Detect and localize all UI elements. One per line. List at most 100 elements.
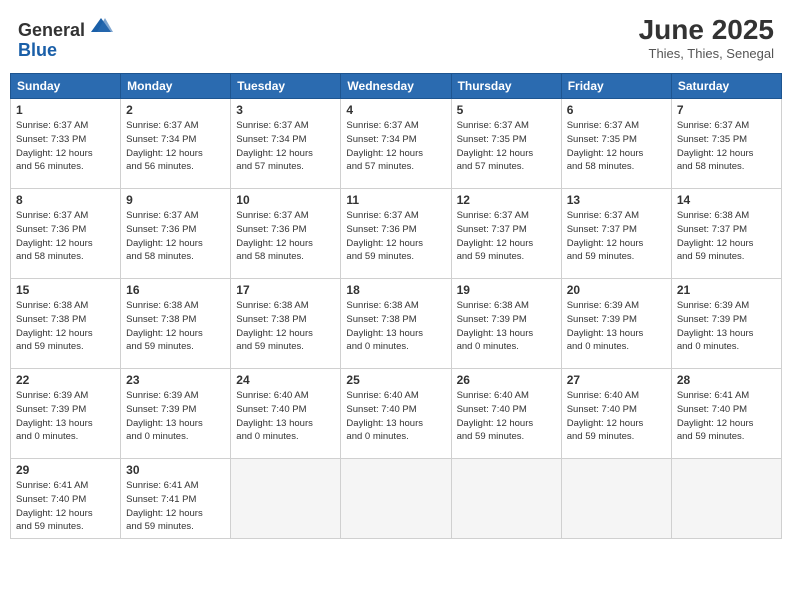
day-cell-30: 30Sunrise: 6:41 AM Sunset: 7:41 PM Dayli… bbox=[121, 459, 231, 539]
day-number: 12 bbox=[457, 193, 556, 207]
day-cell-4: 4 Sunrise: 6:37 AM Sunset: 7:34 PM Daylig… bbox=[341, 99, 451, 189]
day-number: 14 bbox=[677, 193, 776, 207]
day-cell-21: 21 Sunrise: 6:39 AM Sunset: 7:39 PM Dayli… bbox=[671, 279, 781, 369]
day-info: Sunrise: 6:39 AM Sunset: 7:39 PM Dayligh… bbox=[16, 389, 115, 444]
day-info: Sunrise: 6:37 AM Sunset: 7:35 PM Dayligh… bbox=[567, 119, 666, 174]
day-cell-9: 9 Sunrise: 6:37 AM Sunset: 7:36 PM Daylig… bbox=[121, 189, 231, 279]
day-number: 8 bbox=[16, 193, 115, 207]
day-info: Sunrise: 6:41 AM Sunset: 7:40 PM Dayligh… bbox=[16, 479, 115, 534]
week-row-5: 29 Sunrise: 6:41 AM Sunset: 7:40 PM Dayli… bbox=[11, 459, 782, 539]
day-info: Sunrise: 6:37 AM Sunset: 7:36 PM Dayligh… bbox=[16, 209, 115, 264]
day-cell-20: 20Sunrise: 6:39 AM Sunset: 7:39 PM Dayli… bbox=[561, 279, 671, 369]
empty-cell bbox=[671, 459, 781, 539]
week-row-2: 8 Sunrise: 6:37 AM Sunset: 7:36 PM Daylig… bbox=[11, 189, 782, 279]
day-cell-14: 14 Sunrise: 6:38 AM Sunset: 7:37 PM Dayli… bbox=[671, 189, 781, 279]
day-number: 22 bbox=[16, 373, 115, 387]
day-number: 24 bbox=[236, 373, 335, 387]
day-info: Sunrise: 6:39 AM Sunset: 7:39 PM Dayligh… bbox=[677, 299, 776, 354]
day-info: Sunrise: 6:37 AM Sunset: 7:36 PM Dayligh… bbox=[346, 209, 445, 264]
day-number: 7 bbox=[677, 103, 776, 117]
day-cell-10: 10Sunrise: 6:37 AM Sunset: 7:36 PM Dayli… bbox=[231, 189, 341, 279]
day-number: 11 bbox=[346, 193, 445, 207]
day-cell-28: 28 Sunrise: 6:41 AM Sunset: 7:40 PM Dayli… bbox=[671, 369, 781, 459]
logo: General Blue bbox=[18, 14, 115, 61]
col-header-thursday: Thursday bbox=[451, 74, 561, 99]
day-info: Sunrise: 6:41 AM Sunset: 7:40 PM Dayligh… bbox=[677, 389, 776, 444]
day-number: 1 bbox=[16, 103, 115, 117]
day-number: 19 bbox=[457, 283, 556, 297]
day-number: 16 bbox=[126, 283, 225, 297]
day-info: Sunrise: 6:37 AM Sunset: 7:36 PM Dayligh… bbox=[126, 209, 225, 264]
day-info: Sunrise: 6:38 AM Sunset: 7:38 PM Dayligh… bbox=[126, 299, 225, 354]
day-number: 18 bbox=[346, 283, 445, 297]
day-number: 21 bbox=[677, 283, 776, 297]
day-cell-1: 1 Sunrise: 6:37 AM Sunset: 7:33 PM Daylig… bbox=[11, 99, 121, 189]
day-info: Sunrise: 6:38 AM Sunset: 7:38 PM Dayligh… bbox=[346, 299, 445, 354]
day-info: Sunrise: 6:39 AM Sunset: 7:39 PM Dayligh… bbox=[567, 299, 666, 354]
day-info: Sunrise: 6:39 AM Sunset: 7:39 PM Dayligh… bbox=[126, 389, 225, 444]
col-header-saturday: Saturday bbox=[671, 74, 781, 99]
day-info: Sunrise: 6:38 AM Sunset: 7:37 PM Dayligh… bbox=[677, 209, 776, 264]
col-header-sunday: Sunday bbox=[11, 74, 121, 99]
day-info: Sunrise: 6:41 AM Sunset: 7:41 PM Dayligh… bbox=[126, 479, 225, 534]
logo-general: General bbox=[18, 20, 85, 40]
day-cell-16: 16 Sunrise: 6:38 AM Sunset: 7:38 PM Dayli… bbox=[121, 279, 231, 369]
week-row-1: 1 Sunrise: 6:37 AM Sunset: 7:33 PM Daylig… bbox=[11, 99, 782, 189]
day-number: 4 bbox=[346, 103, 445, 117]
month-title: June 2025 bbox=[639, 14, 774, 46]
day-info: Sunrise: 6:37 AM Sunset: 7:34 PM Dayligh… bbox=[126, 119, 225, 174]
day-number: 29 bbox=[16, 463, 115, 477]
day-cell-12: 12Sunrise: 6:37 AM Sunset: 7:37 PM Dayli… bbox=[451, 189, 561, 279]
day-number: 3 bbox=[236, 103, 335, 117]
day-info: Sunrise: 6:40 AM Sunset: 7:40 PM Dayligh… bbox=[567, 389, 666, 444]
col-header-friday: Friday bbox=[561, 74, 671, 99]
day-number: 9 bbox=[126, 193, 225, 207]
day-cell-26: 26 Sunrise: 6:40 AM Sunset: 7:40 PM Dayli… bbox=[451, 369, 561, 459]
day-number: 28 bbox=[677, 373, 776, 387]
day-number: 5 bbox=[457, 103, 556, 117]
day-cell-7: 7Sunrise: 6:37 AM Sunset: 7:35 PM Daylig… bbox=[671, 99, 781, 189]
day-cell-3: 3Sunrise: 6:37 AM Sunset: 7:34 PM Daylig… bbox=[231, 99, 341, 189]
calendar-header-row: SundayMondayTuesdayWednesdayThursdayFrid… bbox=[11, 74, 782, 99]
day-number: 13 bbox=[567, 193, 666, 207]
week-row-3: 15 Sunrise: 6:38 AM Sunset: 7:38 PM Dayli… bbox=[11, 279, 782, 369]
day-info: Sunrise: 6:40 AM Sunset: 7:40 PM Dayligh… bbox=[236, 389, 335, 444]
day-cell-19: 19 Sunrise: 6:38 AM Sunset: 7:39 PM Dayli… bbox=[451, 279, 561, 369]
day-cell-6: 6 Sunrise: 6:37 AM Sunset: 7:35 PM Daylig… bbox=[561, 99, 671, 189]
day-info: Sunrise: 6:37 AM Sunset: 7:33 PM Dayligh… bbox=[16, 119, 115, 174]
day-info: Sunrise: 6:40 AM Sunset: 7:40 PM Dayligh… bbox=[457, 389, 556, 444]
day-info: Sunrise: 6:37 AM Sunset: 7:37 PM Dayligh… bbox=[567, 209, 666, 264]
day-number: 10 bbox=[236, 193, 335, 207]
day-info: Sunrise: 6:37 AM Sunset: 7:35 PM Dayligh… bbox=[457, 119, 556, 174]
day-info: Sunrise: 6:38 AM Sunset: 7:39 PM Dayligh… bbox=[457, 299, 556, 354]
day-info: Sunrise: 6:38 AM Sunset: 7:38 PM Dayligh… bbox=[16, 299, 115, 354]
day-cell-5: 5 Sunrise: 6:37 AM Sunset: 7:35 PM Daylig… bbox=[451, 99, 561, 189]
day-cell-22: 22 Sunrise: 6:39 AM Sunset: 7:39 PM Dayli… bbox=[11, 369, 121, 459]
day-number: 6 bbox=[567, 103, 666, 117]
day-cell-13: 13 Sunrise: 6:37 AM Sunset: 7:37 PM Dayli… bbox=[561, 189, 671, 279]
empty-cell bbox=[341, 459, 451, 539]
day-cell-29: 29 Sunrise: 6:41 AM Sunset: 7:40 PM Dayli… bbox=[11, 459, 121, 539]
day-cell-18: 18 Sunrise: 6:38 AM Sunset: 7:38 PM Dayli… bbox=[341, 279, 451, 369]
week-row-4: 22 Sunrise: 6:39 AM Sunset: 7:39 PM Dayli… bbox=[11, 369, 782, 459]
day-number: 26 bbox=[457, 373, 556, 387]
col-header-wednesday: Wednesday bbox=[341, 74, 451, 99]
day-cell-27: 27Sunrise: 6:40 AM Sunset: 7:40 PM Dayli… bbox=[561, 369, 671, 459]
logo-blue: Blue bbox=[18, 40, 57, 60]
day-cell-24: 24 Sunrise: 6:40 AM Sunset: 7:40 PM Dayli… bbox=[231, 369, 341, 459]
day-number: 15 bbox=[16, 283, 115, 297]
day-cell-23: 23Sunrise: 6:39 AM Sunset: 7:39 PM Dayli… bbox=[121, 369, 231, 459]
day-cell-25: 25Sunrise: 6:40 AM Sunset: 7:40 PM Dayli… bbox=[341, 369, 451, 459]
day-cell-15: 15 Sunrise: 6:38 AM Sunset: 7:38 PM Dayli… bbox=[11, 279, 121, 369]
empty-cell bbox=[451, 459, 561, 539]
logo-icon bbox=[87, 14, 115, 36]
empty-cell bbox=[231, 459, 341, 539]
day-cell-17: 17Sunrise: 6:38 AM Sunset: 7:38 PM Dayli… bbox=[231, 279, 341, 369]
col-header-tuesday: Tuesday bbox=[231, 74, 341, 99]
day-number: 2 bbox=[126, 103, 225, 117]
title-block: June 2025 Thies, Thies, Senegal bbox=[639, 14, 774, 61]
day-info: Sunrise: 6:37 AM Sunset: 7:34 PM Dayligh… bbox=[346, 119, 445, 174]
day-cell-11: 11 Sunrise: 6:37 AM Sunset: 7:36 PM Dayli… bbox=[341, 189, 451, 279]
day-info: Sunrise: 6:38 AM Sunset: 7:38 PM Dayligh… bbox=[236, 299, 335, 354]
calendar-table: SundayMondayTuesdayWednesdayThursdayFrid… bbox=[10, 73, 782, 539]
